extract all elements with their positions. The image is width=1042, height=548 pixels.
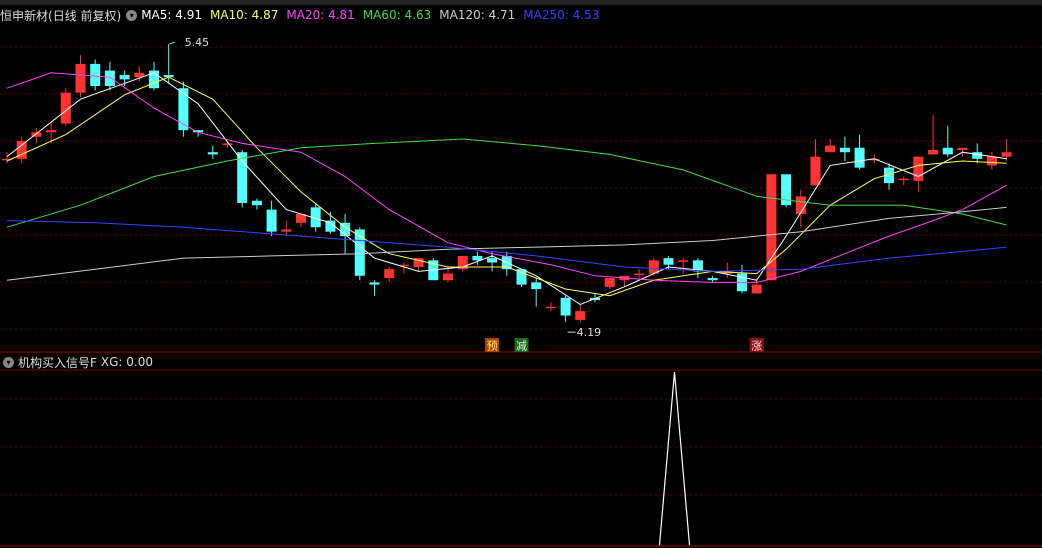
candle-up[interactable] (545, 306, 556, 309)
candle-up[interactable] (443, 273, 453, 281)
candle-down[interactable] (942, 147, 953, 155)
chart-period: (日线 前复权) (48, 8, 122, 23)
main-legend: 恒申新材 (日线 前复权) ▾ MA5: 4.91 MA10: 4.87 MA2… (0, 6, 607, 24)
candle-up[interactable] (75, 63, 86, 93)
candle-up[interactable] (575, 311, 586, 320)
candle-up[interactable] (222, 143, 233, 145)
candle-down[interactable] (119, 74, 130, 80)
ma5-label: MA5: 4.91 (141, 8, 202, 22)
candle-down[interactable] (237, 152, 248, 203)
ma10-label: MA10: 4.87 (209, 8, 279, 22)
candle-down[interactable] (663, 258, 674, 265)
candle-up[interactable] (751, 284, 762, 294)
candle-down[interactable] (560, 297, 571, 316)
indicator-toggle-icon[interactable]: ▾ (3, 356, 14, 368)
candle-up[interactable] (384, 269, 395, 278)
indicator-name: 机构买入信号F (18, 355, 97, 370)
candle-down[interactable] (487, 258, 498, 263)
candle-up[interactable] (928, 150, 939, 155)
ma-line-ma20 (6, 72, 1007, 283)
candle-up[interactable] (281, 229, 292, 232)
candle-up[interactable] (634, 273, 645, 276)
low-price-label: 4.19 (577, 326, 602, 339)
candle-up[interactable] (898, 178, 909, 181)
signal-label: 涨 (751, 340, 762, 353)
indicator-value: XG: 0.00 (100, 355, 154, 369)
signal-label: 减 (516, 340, 527, 353)
candle-down[interactable] (90, 63, 101, 86)
candle-up[interactable] (678, 260, 689, 262)
stock-name: 恒申新材 (0, 8, 49, 23)
candle-up[interactable] (913, 156, 924, 181)
candle-up[interactable] (795, 196, 806, 214)
legend-toggle-icon[interactable]: ▾ (126, 9, 138, 21)
indicator-legend: ▾ 机构买入信号F XG: 0.00 (0, 353, 161, 371)
candle-down[interactable] (207, 152, 218, 155)
xg-signal-line (658, 371, 691, 546)
candle-down[interactable] (531, 282, 542, 290)
ma250-label: MA250: 4.53 (523, 8, 600, 22)
candle-down[interactable] (251, 200, 262, 206)
kline-chart[interactable]: 5.45 4.19 预 减 涨 (0, 0, 1042, 548)
candle-up[interactable] (46, 130, 57, 133)
candle-up[interactable] (986, 156, 997, 166)
candle-up[interactable] (1001, 152, 1012, 157)
ma120-label: MA120: 4.71 (439, 8, 516, 22)
candle-down[interactable] (854, 147, 865, 168)
candle-up[interactable] (810, 156, 821, 186)
ma60-label: MA60: 4.63 (362, 8, 432, 22)
candle-up[interactable] (957, 147, 968, 150)
candle-down[interactable] (972, 152, 983, 159)
high-price-label: 5.45 (185, 36, 210, 49)
high-arrow (169, 41, 175, 45)
candle-up[interactable] (604, 278, 615, 287)
candle-down[interactable] (707, 278, 718, 281)
candle-down[interactable] (369, 282, 380, 285)
candle-down[interactable] (266, 209, 277, 232)
ma20-label: MA20: 4.81 (286, 8, 355, 22)
signal-label: 预 (487, 340, 498, 353)
candle-down[interactable] (839, 147, 850, 153)
candle-up[interactable] (825, 145, 836, 153)
candle-down[interactable] (104, 70, 115, 86)
